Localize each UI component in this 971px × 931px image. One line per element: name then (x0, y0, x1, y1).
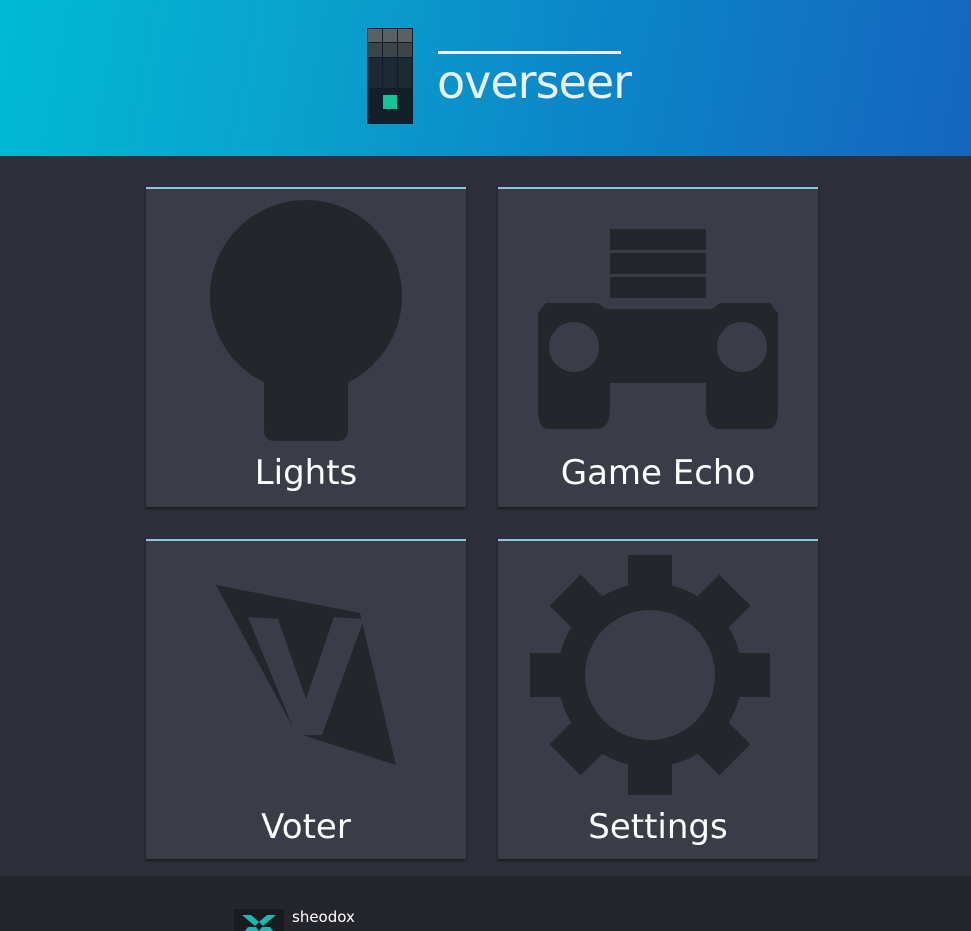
page-footer: sheodox (0, 876, 971, 931)
app-title: overseer (437, 55, 632, 109)
tile-voter[interactable]: Voter (146, 539, 466, 859)
tile-voter-label: Voter (261, 807, 351, 847)
tile-settings[interactable]: Settings (498, 539, 818, 859)
tile-settings-label: Settings (588, 807, 728, 847)
app-header: overseer (0, 0, 971, 156)
tile-lights[interactable]: Lights (146, 187, 466, 507)
tile-lights-label: Lights (254, 453, 358, 493)
tile-game-echo-label: Game Echo (560, 453, 756, 493)
tile-game-echo[interactable]: Game Echo (498, 187, 818, 507)
footer-brand[interactable]: sheodox (292, 908, 355, 926)
sheodox-logo-icon[interactable] (234, 909, 284, 931)
overseer-logo-icon (367, 28, 413, 124)
